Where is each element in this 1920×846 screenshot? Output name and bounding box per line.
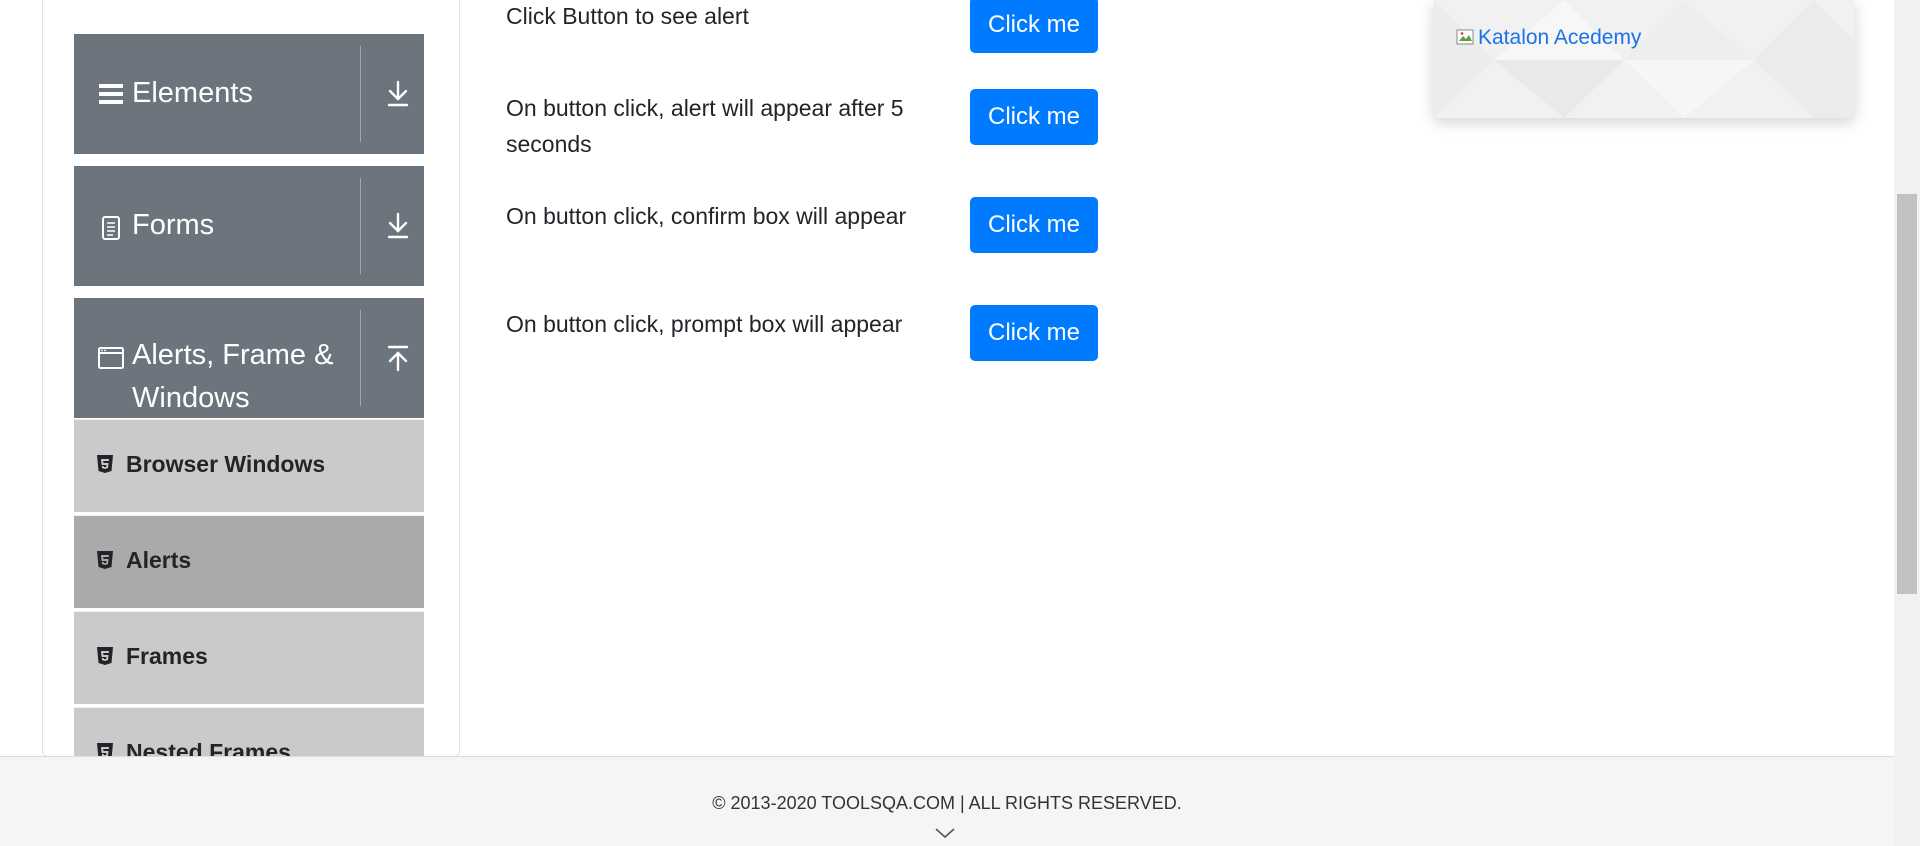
download-arrow-icon [387,212,409,239]
sidebar-item-alerts[interactable]: Alerts [74,515,424,608]
footer-copyright: © 2013-2020 TOOLSQA.COM | ALL RIGHTS RES… [712,793,1182,813]
upload-arrow-icon [387,345,409,372]
divider [360,46,361,142]
html5-icon [97,647,113,665]
html5-icon [97,455,113,473]
group-header-alerts-frame-windows[interactable]: Alerts, Frame & Windows [74,298,424,418]
prompt-button[interactable]: Click me [970,305,1098,361]
confirm-button[interactable]: Click me [970,197,1098,253]
group-title-forms: Forms [132,209,215,241]
group-title-line1: Alerts, Frame & [132,339,334,371]
alert-row-text: Click Button to see alert [506,3,749,29]
divider [360,310,361,406]
broken-image-icon [1456,29,1474,45]
group-title-line2: Windows [132,382,250,414]
confirm-row-text: On button click, confirm box will appear [506,203,907,229]
hamburger-icon [99,84,123,104]
sidebar-item-frames[interactable]: Frames [74,611,424,704]
html5-icon [97,551,113,569]
document-icon [102,216,120,240]
divider [360,178,361,274]
sidebar-item-browser-windows[interactable]: Browser Windows [74,419,424,512]
timer-alert-button[interactable]: Click me [970,89,1098,145]
prompt-row-text: On button click, prompt box will appear [506,311,903,337]
sidebar-item-label: Browser Windows [126,451,326,477]
group-header-elements[interactable]: Elements [74,34,424,154]
chevron-down-icon[interactable] [934,826,956,840]
sidebar-item-label: Frames [126,643,208,669]
scrollbar-thumb[interactable] [1897,194,1917,594]
ad-image-link[interactable]: Katalon Acedemy [1456,26,1641,50]
triangle-pattern [1434,0,1854,118]
ad-alt-text: Katalon Acedemy [1478,26,1642,49]
ad-banner[interactable]: Katalon Acedemy [1434,0,1854,118]
window-icon [98,347,124,369]
group-title-elements: Elements [132,77,253,109]
group-header-forms[interactable]: Forms [74,166,424,286]
alert-button[interactable]: Click me [970,0,1098,53]
sidebar-item-label: Alerts [126,547,192,573]
download-arrow-icon [387,80,409,107]
timer-alert-row-text: On button click, alert will appear after… [506,95,904,157]
